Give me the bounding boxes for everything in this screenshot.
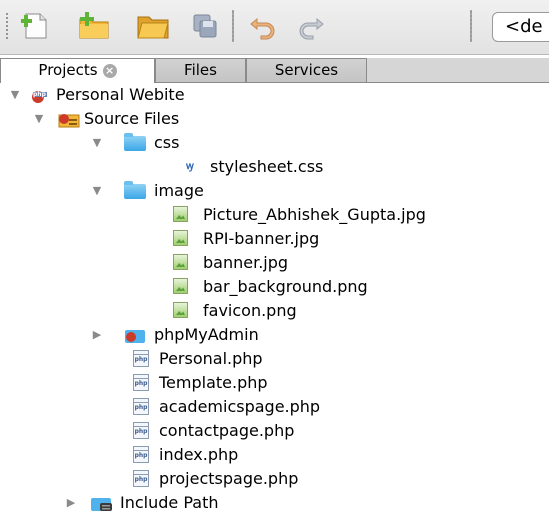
tab-services-label: Services (274, 61, 339, 79)
file-label: projectspage.php (159, 469, 299, 488)
file-label: index.php (159, 445, 239, 464)
library-folder-icon (90, 494, 114, 512)
image-file-icon (173, 302, 193, 320)
undo-icon (250, 17, 275, 40)
php-file-icon: php (133, 374, 153, 392)
configuration-combo[interactable]: <de (492, 12, 549, 42)
open-project-button[interactable] (134, 8, 172, 44)
image-file-icon (173, 206, 193, 224)
file-label: stylesheet.css (210, 157, 324, 176)
tab-files-label: Files (184, 61, 217, 79)
redo-icon (299, 17, 324, 40)
tree-node-file[interactable]: ꝡ stylesheet.css (186, 156, 323, 178)
image-file-icon (173, 278, 193, 296)
php-folder-icon (124, 326, 148, 344)
file-label: contactpage.php (159, 421, 295, 440)
tree-node-image-folder[interactable]: ▼ image (90, 180, 204, 202)
tree-node-file[interactable]: favicon.png (173, 300, 297, 322)
tree-node-file[interactable]: php Template.php (133, 372, 268, 394)
main-toolbar: <de (0, 0, 549, 55)
tree-node-include-path[interactable]: ▶ Include Path (64, 492, 219, 514)
toolbar-separator (232, 10, 234, 42)
include-path-label: Include Path (120, 493, 219, 512)
folder-label: css (154, 133, 180, 152)
php-file-icon: php (133, 422, 153, 440)
tree-node-project[interactable]: ▼ php Personal Webite (8, 84, 185, 106)
file-label: bar_background.png (203, 277, 368, 296)
folder-label: phpMyAdmin (154, 325, 259, 344)
tree-node-phpmyadmin[interactable]: ▶ phpMyAdmin (90, 324, 259, 346)
tree-node-file[interactable]: RPI-banner.jpg (173, 228, 319, 250)
file-label: academicspage.php (159, 397, 321, 416)
file-label: Picture_Abhishek_Gupta.jpg (203, 205, 426, 224)
file-label: Template.php (159, 373, 268, 392)
css-file-icon: ꝡ (186, 161, 194, 172)
new-project-button[interactable] (75, 8, 113, 44)
svg-text:php: php (33, 91, 47, 98)
php-file-icon: php (133, 398, 153, 416)
tree-node-file[interactable]: php projectspage.php (133, 468, 298, 490)
folder-icon (124, 181, 148, 200)
tree-node-file[interactable]: bar_background.png (173, 276, 368, 298)
tree-node-source-files[interactable]: ▼ Source Files (32, 108, 179, 130)
tab-files[interactable]: Files (155, 58, 246, 82)
php-project-icon: php (30, 86, 50, 104)
file-label: favicon.png (203, 301, 297, 320)
php-file-icon: php (133, 470, 153, 488)
image-file-icon (173, 254, 193, 272)
toolbar-grip[interactable] (5, 12, 9, 40)
new-file-icon (21, 13, 47, 39)
folder-icon (124, 133, 148, 152)
project-name: Personal Webite (56, 85, 185, 104)
tree-node-css-folder[interactable]: ▼ css (90, 132, 179, 154)
file-label: RPI-banner.jpg (203, 229, 320, 248)
php-file-icon: php (133, 350, 153, 368)
expand-triangle-icon[interactable]: ▼ (8, 89, 22, 101)
php-file-icon: php (133, 446, 153, 464)
tab-projects-label: Projects (38, 61, 98, 79)
source-package-icon (58, 110, 80, 128)
explorer-tab-bar: Projects × Files Services (0, 58, 549, 83)
tree-node-file[interactable]: php academicspage.php (133, 396, 320, 418)
new-file-button[interactable] (17, 8, 55, 44)
tree-node-file[interactable]: php Personal.php (133, 348, 263, 370)
close-icon[interactable]: × (102, 64, 117, 78)
toolbar-separator (470, 10, 472, 42)
tree-node-file[interactable]: Picture_Abhishek_Gupta.jpg (173, 204, 426, 226)
tab-services[interactable]: Services (246, 58, 367, 82)
undo-button[interactable] (244, 8, 282, 44)
expand-triangle-icon[interactable]: ▼ (90, 137, 104, 149)
source-files-label: Source Files (84, 109, 180, 128)
image-file-icon (173, 230, 193, 248)
collapsed-triangle-icon[interactable]: ▶ (90, 329, 104, 341)
open-project-icon (137, 16, 169, 39)
new-project-icon (79, 12, 109, 39)
project-tree: ▼ php Personal Webite ▼ Source Files ▼ c… (0, 84, 549, 525)
expand-triangle-icon[interactable]: ▼ (32, 113, 46, 125)
save-all-icon (193, 14, 217, 38)
tree-node-file[interactable]: banner.jpg (173, 252, 288, 274)
collapsed-triangle-icon[interactable]: ▶ (64, 497, 78, 509)
expand-triangle-icon[interactable]: ▼ (90, 185, 104, 197)
tree-node-file[interactable]: php index.php (133, 444, 238, 466)
save-all-button[interactable] (186, 8, 224, 44)
tab-projects[interactable]: Projects × (0, 58, 155, 83)
redo-button[interactable] (292, 8, 330, 44)
folder-label: image (154, 181, 204, 200)
file-label: banner.jpg (203, 253, 289, 272)
tree-node-file[interactable]: php contactpage.php (133, 420, 294, 442)
file-label: Personal.php (159, 349, 263, 368)
